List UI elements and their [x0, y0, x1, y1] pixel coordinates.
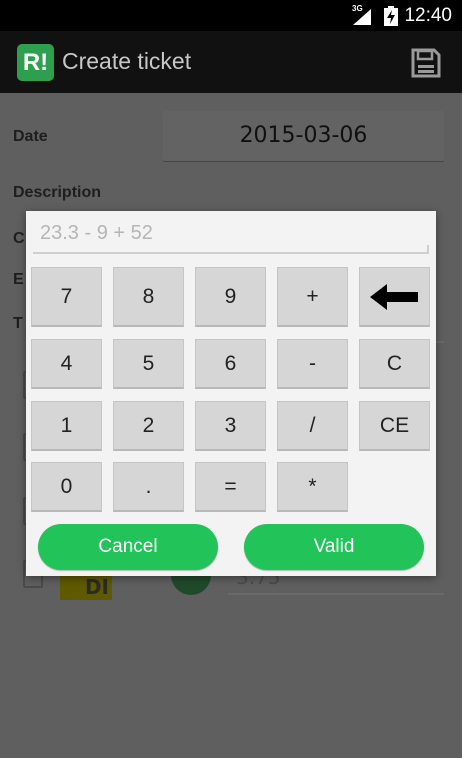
partial-label-e: E	[13, 271, 24, 288]
page-title: Create ticket	[62, 48, 192, 74]
key-3[interactable]: 3	[195, 401, 266, 451]
clear-button[interactable]: C	[359, 339, 430, 389]
date-field[interactable]: 2015-03-06	[163, 111, 444, 161]
key-1[interactable]: 1	[31, 401, 102, 451]
valid-button[interactable]: Valid	[244, 524, 424, 570]
key-8[interactable]: 8	[113, 267, 184, 327]
key-0[interactable]: 0	[31, 462, 102, 512]
key-dot[interactable]: .	[113, 462, 184, 512]
expression-input[interactable]: 23.3 - 9 + 52	[40, 222, 153, 245]
left-arrow-icon	[369, 283, 418, 310]
key-6[interactable]: 6	[195, 339, 266, 389]
calculator-dialog: 23.3 - 9 + 52 7 8 9 + 4 5 6 - C 1 2 3 / …	[26, 211, 436, 576]
amount-underline	[228, 593, 444, 595]
key-4[interactable]: 4	[31, 339, 102, 389]
partial-label-c: C	[13, 230, 25, 247]
cancel-button[interactable]: Cancel	[38, 524, 218, 570]
key-7[interactable]: 7	[31, 267, 102, 327]
clock: 12:40	[404, 5, 452, 26]
backspace-button[interactable]	[359, 267, 430, 327]
date-label: Date	[13, 128, 48, 145]
expression-underline-end	[427, 245, 429, 254]
key-2[interactable]: 2	[113, 401, 184, 451]
signal-icon	[353, 9, 371, 25]
clear-entry-button[interactable]: CE	[359, 401, 430, 451]
key-equals[interactable]: =	[195, 462, 266, 512]
description-label: Description	[13, 184, 102, 201]
key-divide[interactable]: /	[277, 401, 348, 451]
key-multiply[interactable]: *	[277, 462, 348, 512]
battery-charging-icon	[384, 6, 398, 26]
expression-underline	[33, 252, 429, 254]
action-bar: R! Create ticket	[0, 31, 462, 93]
save-icon[interactable]	[410, 47, 442, 79]
status-bar: 3G 12:40	[0, 0, 462, 31]
partial-label-t: T	[13, 315, 23, 332]
key-9[interactable]: 9	[195, 267, 266, 327]
key-minus[interactable]: -	[277, 339, 348, 389]
app-logo[interactable]: R!	[17, 44, 54, 81]
key-5[interactable]: 5	[113, 339, 184, 389]
key-plus[interactable]: +	[277, 267, 348, 327]
